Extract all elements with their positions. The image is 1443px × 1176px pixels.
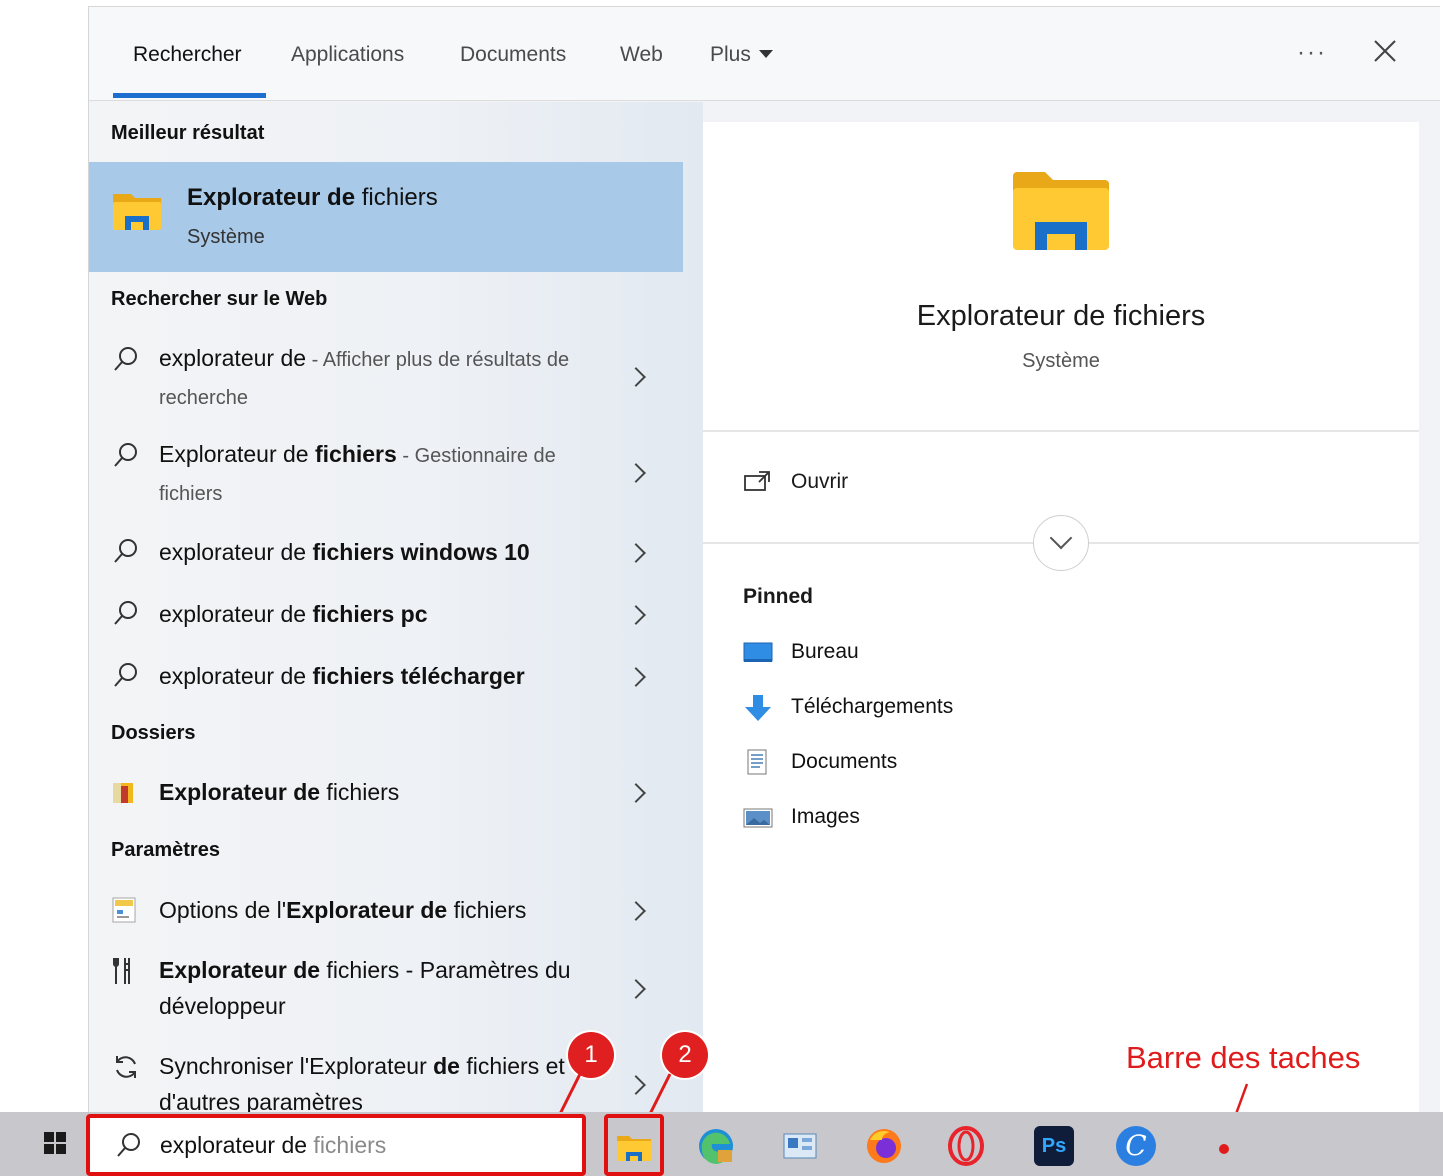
annotation-label: Barre des taches xyxy=(1126,1040,1361,1075)
document-icon xyxy=(747,749,767,775)
chevron-right-icon xyxy=(626,367,646,387)
file-explorer-folder-icon xyxy=(113,783,133,803)
best-result-header: Meilleur résultat xyxy=(111,122,265,144)
divider xyxy=(703,430,1419,432)
file-explorer-icon xyxy=(1013,172,1109,250)
folder-result[interactable]: Explorateur de fichiers xyxy=(89,772,683,816)
search-icon xyxy=(114,663,137,687)
expand-button[interactable] xyxy=(1033,515,1089,571)
settings-result[interactable]: Options de l'Explorateur de fichiers xyxy=(89,890,683,934)
opera-icon[interactable] xyxy=(946,1126,986,1166)
preview-pane: Explorateur de fichiers Système Ouvrir P… xyxy=(703,122,1419,1113)
open-external-icon xyxy=(744,471,770,491)
open-label: Ouvrir xyxy=(791,470,849,493)
tab-documents[interactable]: Documents xyxy=(460,43,566,67)
chevron-right-icon xyxy=(626,783,646,803)
download-arrow-icon xyxy=(745,695,771,721)
folder-icon xyxy=(113,194,161,230)
tab-plus[interactable]: Plus xyxy=(710,43,773,67)
chevron-right-icon xyxy=(626,543,646,563)
chevron-right-icon xyxy=(626,901,646,921)
web-result[interactable]: Explorateur de fichiers - Gestionnaire d… xyxy=(89,436,683,516)
desktop-icon xyxy=(743,642,773,662)
pinned-label: Images xyxy=(791,805,860,828)
search-icon xyxy=(114,539,137,563)
canva-icon[interactable]: C xyxy=(1116,1126,1156,1166)
web-result[interactable]: explorateur de fichiers télécharger xyxy=(89,656,683,700)
firefox-icon[interactable] xyxy=(864,1126,904,1166)
web-search-header: Rechercher sur le Web xyxy=(111,288,328,310)
windows-start-icon[interactable] xyxy=(44,1132,66,1154)
pinned-label: Téléchargements xyxy=(791,695,954,718)
chevron-right-icon xyxy=(626,605,646,625)
control-panel-icon[interactable] xyxy=(780,1126,820,1166)
folder-options-icon xyxy=(112,897,136,923)
folder-icon xyxy=(617,1136,651,1161)
search-icon xyxy=(117,1133,140,1157)
web-result[interactable]: explorateur de - Afficher plus de résult… xyxy=(89,340,683,420)
search-query: explorateur de fichiers xyxy=(160,1132,387,1158)
taskbar-file-explorer[interactable] xyxy=(604,1114,664,1176)
chevron-right-icon xyxy=(626,463,646,483)
tab-web[interactable]: Web xyxy=(620,43,663,67)
best-result-title: Explorateur de fichiers xyxy=(187,184,438,211)
best-result-item[interactable]: Explorateur de fichiers Système xyxy=(89,162,683,272)
active-tab-indicator xyxy=(113,93,266,98)
settings-header: Paramètres xyxy=(111,839,220,861)
search-panel: Rechercher Applications Documents Web Pl… xyxy=(88,6,1440,1115)
search-icon xyxy=(114,347,137,371)
web-result[interactable]: explorateur de fichiers windows 10 xyxy=(89,532,683,576)
preview-title: Explorateur de fichiers xyxy=(916,300,1206,332)
edge-browser-icon[interactable] xyxy=(696,1126,736,1166)
photoshop-icon[interactable]: Ps xyxy=(1034,1126,1074,1166)
settings-result[interactable]: Explorateur de fichiers - Paramètres du … xyxy=(89,952,683,1032)
close-icon[interactable] xyxy=(1369,35,1401,67)
chevron-right-icon xyxy=(626,979,646,999)
taskbar-search-input[interactable]: explorateur de fichiers xyxy=(86,1114,586,1176)
preview-subtitle: Système xyxy=(1022,350,1100,372)
caret-down-icon xyxy=(758,50,773,58)
search-tabs: Rechercher Applications Documents Web Pl… xyxy=(89,7,1440,101)
tab-rechercher[interactable]: Rechercher xyxy=(133,43,242,67)
results-list: Meilleur résultat Explorateur de fichier… xyxy=(89,102,703,1115)
search-icon xyxy=(114,443,137,467)
web-result[interactable]: explorateur de fichiers pc xyxy=(89,594,683,638)
pinned-label: Documents xyxy=(791,750,898,773)
pinned-label: Bureau xyxy=(791,640,859,663)
chevron-right-icon xyxy=(626,667,646,687)
tab-applications[interactable]: Applications xyxy=(291,43,404,67)
sync-icon xyxy=(116,1056,136,1078)
tab-plus-label: Plus xyxy=(710,43,751,66)
folders-header: Dossiers xyxy=(111,722,196,744)
developer-tools-icon xyxy=(113,958,130,984)
more-options-button[interactable]: ··· xyxy=(1297,39,1327,67)
search-icon xyxy=(114,601,137,625)
annotation-dot xyxy=(1219,1144,1229,1154)
best-result-subtitle: Système xyxy=(187,226,265,248)
pinned-header: Pinned xyxy=(743,585,814,608)
pictures-icon xyxy=(743,808,773,828)
